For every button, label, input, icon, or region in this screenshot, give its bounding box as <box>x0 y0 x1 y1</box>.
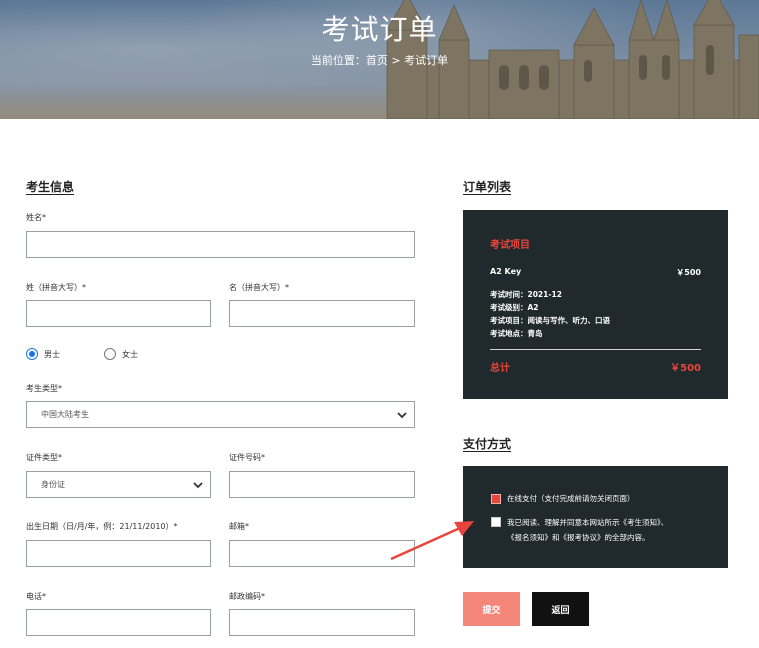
name-label: 姓名* <box>26 213 46 222</box>
phone-label: 电话* <box>26 592 46 601</box>
gender-male-label: 男士 <box>44 349 60 359</box>
order-total-label: 总计 <box>490 363 510 374</box>
candidate-type-label: 考生类型* <box>26 384 62 393</box>
candidate-section-title: 考生信息 <box>26 180 75 194</box>
online-pay-label: 在线支付（支付完成前请勿关闭页面） <box>507 494 635 503</box>
order-detail-level: 考试级别：A2 <box>490 303 539 312</box>
surname-label: 姓（拼音大写）* <box>26 283 86 292</box>
order-section-title: 订单列表 <box>463 180 512 194</box>
red-arrow-annotation <box>390 521 474 561</box>
gender-male-radio[interactable]: 男士 <box>26 348 60 360</box>
id-type-select[interactable]: 身份证 <box>26 471 211 498</box>
radio-selected-icon <box>26 348 38 360</box>
agree-text: 我已阅读、理解并同意本网站所示《考生须知》、 《报名须知》和《报考协议》的全部内… <box>507 515 668 545</box>
order-total-value: ￥500 <box>670 363 701 374</box>
given-name-label: 名（拼音大写）* <box>229 283 289 292</box>
payment-panel: 在线支付（支付完成前请勿关闭页面） 我已阅读、理解并同意本网站所示《考生须知》、… <box>463 466 728 568</box>
order-item-name: A2 Key <box>490 267 522 276</box>
id-number-input[interactable] <box>229 471 415 498</box>
gender-female-radio[interactable]: 女士 <box>104 348 138 360</box>
order-detail-time: 考试时间：2021-12 <box>490 290 562 299</box>
id-number-label: 证件号码* <box>229 453 265 462</box>
dob-input[interactable] <box>26 540 211 567</box>
agree-text-line1: 我已阅读、理解并同意本网站所示《考生须知》、 <box>507 518 669 527</box>
dob-label: 出生日期（日/月/年，例：21/11/2010）* <box>26 522 178 531</box>
agree-checkbox[interactable] <box>491 517 501 527</box>
id-type-label: 证件类型* <box>26 453 62 462</box>
submit-button[interactable]: 提交 <box>463 592 520 626</box>
candidate-type-value: 中国大陆考生 <box>41 410 89 419</box>
candidate-type-select[interactable]: 中国大陆考生 <box>26 401 415 428</box>
postcode-label: 邮政编码* <box>229 592 265 601</box>
order-head: 考试项目 <box>490 240 530 251</box>
agree-text-line2: 《报名须知》和《报考协议》的全部内容。 <box>507 533 650 542</box>
order-divider <box>490 349 701 350</box>
chevron-down-icon <box>193 481 203 488</box>
given-name-input[interactable] <box>229 300 415 327</box>
order-item-price: ￥500 <box>676 268 701 277</box>
order-detail-subjects: 考试项目：阅读与写作、听力、口语 <box>490 316 610 325</box>
name-input[interactable] <box>26 231 415 258</box>
hero-banner: 考试订单 当前位置：首页 > 考试订单 <box>0 0 759 119</box>
phone-input[interactable] <box>26 609 211 636</box>
surname-input[interactable] <box>26 300 211 327</box>
back-button[interactable]: 返回 <box>532 592 589 626</box>
gender-female-label: 女士 <box>122 349 138 359</box>
online-pay-checkbox[interactable] <box>491 494 501 504</box>
page-title: 考试订单 <box>321 13 438 46</box>
payment-section-title: 支付方式 <box>463 437 512 451</box>
chevron-down-icon <box>397 411 407 418</box>
email-label: 邮箱* <box>229 522 249 531</box>
postcode-input[interactable] <box>229 609 415 636</box>
order-detail-location: 考试地点：青岛 <box>490 329 543 338</box>
order-panel: 考试项目 A2 Key ￥500 考试时间：2021-12 考试级别：A2 考试… <box>463 210 728 399</box>
breadcrumb: 当前位置：首页 > 考试订单 <box>310 54 449 67</box>
id-type-value: 身份证 <box>41 480 65 489</box>
radio-unselected-icon <box>104 348 116 360</box>
